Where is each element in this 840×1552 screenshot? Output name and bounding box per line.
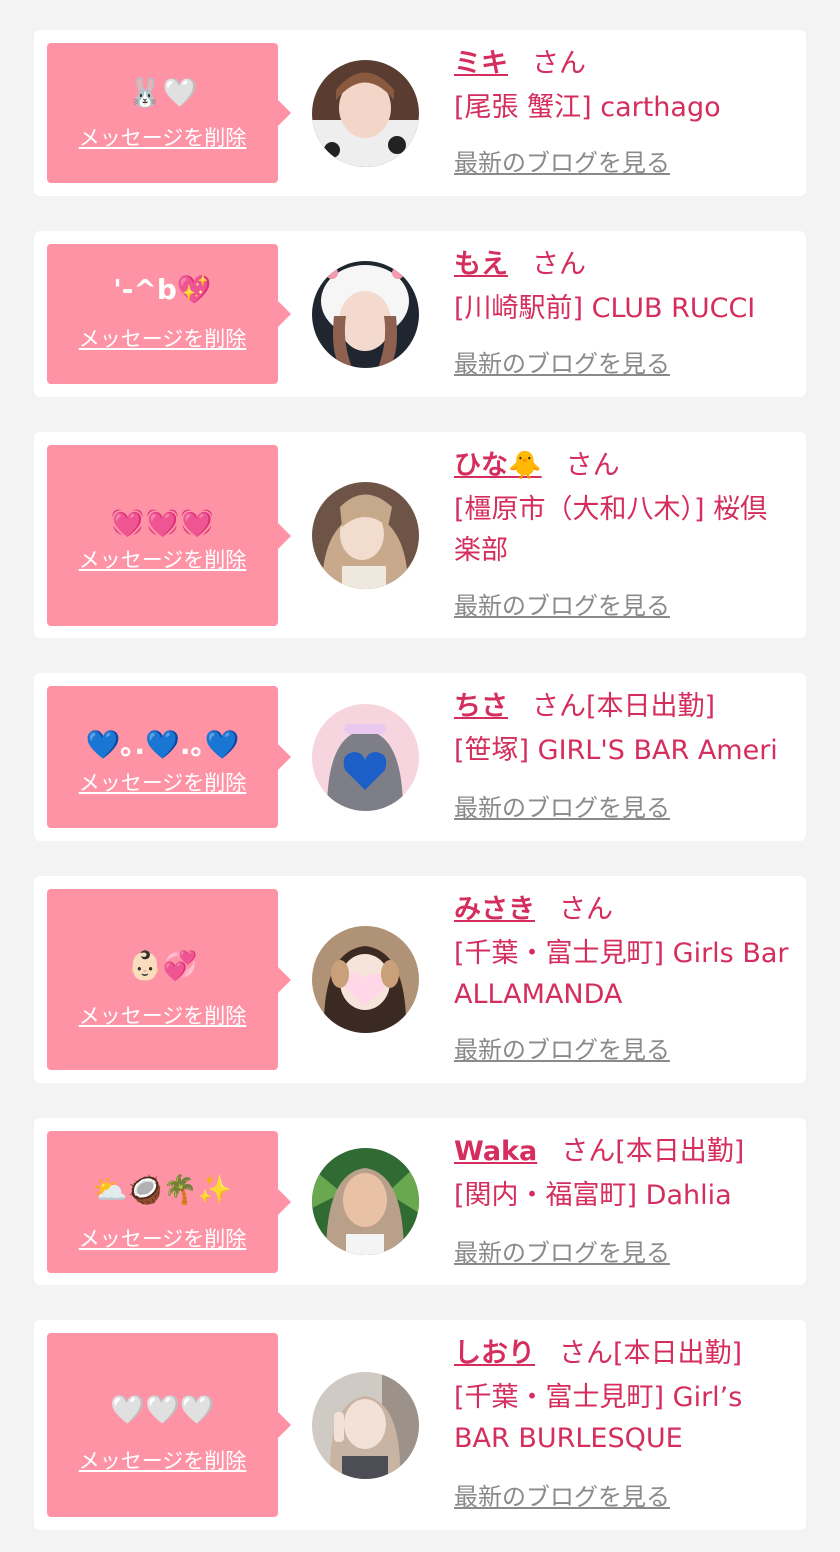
name-line: ミキ さん [454,44,586,84]
name-suffix: さん [559,894,613,925]
name-suffix: さん [532,249,586,280]
latest-blog-link[interactable]: 最新のブログを見る [454,1035,670,1065]
list-item: 💓💓💓 メッセージを削除 ひな🐥 さん [橿原市（大和八木）] 桜倶楽部 最新のブ… [34,432,806,638]
cast-name-link[interactable]: Waka [454,1136,537,1167]
message-bubble: 💙｡.💙.｡💙 メッセージを削除 [47,686,291,828]
name-line: もえ さん [454,245,586,285]
cast-info: しおり さん[本日出勤] [千葉・富士見町] Girl’s BAR BURLESQ… [454,1334,799,1514]
message-bubble: 👶🏻💞 メッセージを削除 [47,889,291,1070]
list-item: ⛅🥥🌴✨ メッセージを削除 Waka さん[本日出勤] [関内・福富町] Dahl… [34,1118,806,1285]
cast-name-link[interactable]: しおり [454,1338,535,1369]
latest-blog-link[interactable]: 最新のブログを見る [454,1238,670,1268]
delete-message-link[interactable]: メッセージを削除 [47,1003,278,1029]
cast-info: Waka さん[本日出勤] [関内・福富町] Dahlia 最新のブログを見る [454,1132,799,1272]
message-bubble: 💓💓💓 メッセージを削除 [47,445,291,626]
name-line: Waka さん[本日出勤] [454,1132,744,1172]
shop-info: [千葉・富士見町] Girls Bar ALLAMANDA [454,938,789,1010]
message-bubble: 🤍🤍🤍 メッセージを削除 [47,1333,291,1517]
avatar[interactable] [312,482,419,589]
message-text: 💓💓💓 [110,505,215,538]
list-item: 👶🏻💞 メッセージを削除 みさき さん [千葉・富士見町] Girls Bar A… [34,876,806,1083]
message-bubble: 🐰🤍 メッセージを削除 [47,43,291,183]
avatar[interactable] [312,261,419,368]
message-bubble: ⛅🥥🌴✨ メッセージを削除 [47,1131,291,1273]
name-line: しおり さん[本日出勤] [454,1334,742,1374]
delete-message-link[interactable]: メッセージを削除 [47,770,278,796]
list-item: '-^b💖 メッセージを削除 もえ さん [川崎駅前] CLUB RUCCI 最新… [34,231,806,397]
shop-info: [尾張 蟹江] carthago [454,92,721,123]
cast-info: みさき さん [千葉・富士見町] Girls Bar ALLAMANDA 最新のブ… [454,890,799,1070]
latest-blog-link[interactable]: 最新のブログを見る [454,793,670,823]
latest-blog-link[interactable]: 最新のブログを見る [454,591,670,621]
name-suffix: さん[本日出勤] [559,1338,743,1369]
list-item: 🤍🤍🤍 メッセージを削除 しおり さん[本日出勤] [千葉・富士見町] Girl’… [34,1320,806,1530]
shop-info: [千葉・富士見町] Girl’s BAR BURLESQUE [454,1382,743,1454]
delete-message-link[interactable]: メッセージを削除 [47,1448,278,1474]
cast-info: ミキ さん [尾張 蟹江] carthago 最新のブログを見る [454,44,799,184]
message-list: 🐰🤍 メッセージを削除 ミキ さん [尾張 蟹江] carthago 最新のブログ… [0,0,840,1552]
name-suffix: さん[本日出勤] [561,1136,745,1167]
message-text: 👶🏻💞 [127,949,198,982]
shop-info: [橿原市（大和八木）] 桜倶楽部 [454,494,768,566]
cast-info: もえ さん [川崎駅前] CLUB RUCCI 最新のブログを見る [454,245,799,385]
name-line: ひな🐥 さん [454,446,620,486]
shop-info: [笹塚] GIRL'S BAR Ameri [454,735,778,766]
cast-info: ちさ さん[本日出勤] [笹塚] GIRL'S BAR Ameri 最新のブログを… [454,687,799,827]
list-item: 🐰🤍 メッセージを削除 ミキ さん [尾張 蟹江] carthago 最新のブログ… [34,30,806,196]
shop-info: [川崎駅前] CLUB RUCCI [454,293,756,324]
avatar[interactable] [312,926,419,1033]
message-text: '-^b💖 [113,273,212,306]
name-suffix: さん [565,450,620,481]
cast-info: ひな🐥 さん [橿原市（大和八木）] 桜倶楽部 最新のブログを見る [454,446,799,626]
cast-name-link[interactable]: もえ [454,249,508,280]
list-item: 💙｡.💙.｡💙 メッセージを削除 ちさ さん[本日出勤] [笹塚] GIRL'S … [34,673,806,841]
cast-name-link[interactable]: ひな🐥 [454,450,542,481]
delete-message-link[interactable]: メッセージを削除 [47,125,278,151]
message-text: 🤍🤍🤍 [110,1393,215,1426]
name-suffix: さん [532,48,586,79]
avatar[interactable] [312,1372,419,1479]
message-bubble: '-^b💖 メッセージを削除 [47,244,291,384]
latest-blog-link[interactable]: 最新のブログを見る [454,148,670,178]
latest-blog-link[interactable]: 最新のブログを見る [454,349,670,379]
delete-message-link[interactable]: メッセージを削除 [47,326,278,352]
delete-message-link[interactable]: メッセージを削除 [47,547,278,573]
message-text: ⛅🥥🌴✨ [92,1173,233,1206]
avatar[interactable] [312,1148,419,1255]
delete-message-link[interactable]: メッセージを削除 [47,1226,278,1252]
name-suffix: さん[本日出勤] [532,691,716,722]
message-text: 💙｡.💙.｡💙 [85,728,240,761]
latest-blog-link[interactable]: 最新のブログを見る [454,1482,670,1512]
cast-name-link[interactable]: ミキ [454,48,508,79]
avatar[interactable] [312,60,419,167]
message-text: 🐰🤍 [127,76,198,109]
name-line: ちさ さん[本日出勤] [454,687,715,727]
name-line: みさき さん [454,890,613,930]
cast-name-link[interactable]: ちさ [454,691,508,722]
avatar[interactable] [312,704,419,811]
cast-name-link[interactable]: みさき [454,894,535,925]
shop-info: [関内・福富町] Dahlia [454,1180,732,1211]
